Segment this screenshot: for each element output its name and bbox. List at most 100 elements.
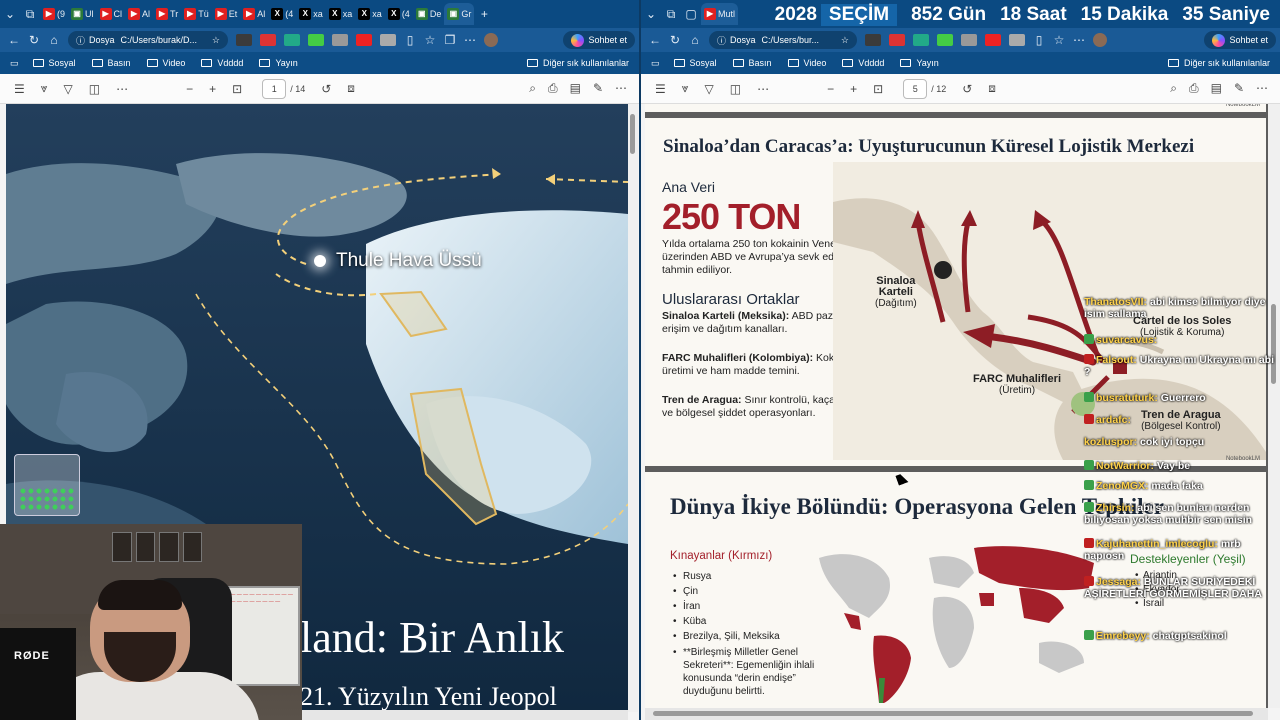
workspaces-icon[interactable]: ⧉ <box>661 7 681 22</box>
rotate-icon[interactable]: ↺ <box>962 82 972 96</box>
bookmark-menu-icon[interactable]: ▭ <box>10 58 19 69</box>
highlight-icon[interactable]: ⩔ <box>41 81 48 96</box>
extension-icon[interactable] <box>356 34 372 46</box>
save-icon[interactable]: ▤ <box>570 81 581 96</box>
tab-item[interactable]: Xxa <box>296 3 326 25</box>
tab-mutl[interactable]: ▶ Mutl <box>701 3 739 25</box>
bookmark-folder[interactable]: Yayın <box>900 58 939 68</box>
home-icon[interactable]: ⌂ <box>44 33 64 47</box>
other-favorites[interactable]: Diğer sık kullanılanlar <box>1167 58 1270 68</box>
favorite-star-icon[interactable]: ☆ <box>212 35 220 46</box>
bookmark-folder[interactable]: Video <box>787 58 826 68</box>
print-icon[interactable]: ⎙ <box>1189 81 1199 96</box>
split-screen-icon[interactable]: ▯ <box>1029 33 1049 47</box>
refresh-icon[interactable]: ↻ <box>665 33 685 47</box>
tab-item[interactable]: ▣ Gr <box>444 3 475 25</box>
extension-icon[interactable] <box>332 34 348 46</box>
save-as-icon[interactable]: ✎ <box>1234 81 1244 96</box>
collections-icon[interactable]: ❐ <box>440 33 460 47</box>
more-icon[interactable]: ⋯ <box>460 33 480 47</box>
url-field[interactable]: ⓘ Dosya C:/Users/burak/D... ☆ <box>68 31 228 49</box>
bookmark-folder[interactable]: Vdddd <box>842 58 884 68</box>
tab-list-icon[interactable]: ⌄ <box>0 7 20 21</box>
contents-icon[interactable]: ☰ <box>14 82 25 96</box>
workspaces-icon[interactable]: ⧉ <box>20 7 40 22</box>
contents-icon[interactable]: ☰ <box>655 82 666 96</box>
tab-item[interactable]: Xxa <box>326 3 356 25</box>
more-tools-icon[interactable]: ⋯ <box>757 82 769 96</box>
profile-avatar[interactable] <box>1093 33 1107 47</box>
home-icon[interactable]: ⌂ <box>685 33 705 47</box>
highlight-icon[interactable]: ⩔ <box>682 81 689 96</box>
tab-item[interactable]: ▶ Tü <box>181 3 212 25</box>
tab-item[interactable]: ▶ Tr <box>153 3 181 25</box>
favorite-star-icon[interactable]: ☆ <box>841 35 849 46</box>
tab-item[interactable]: X (4 <box>385 3 413 25</box>
extension-icon[interactable] <box>260 34 276 46</box>
copilot-button[interactable]: Sohbet et <box>563 31 635 49</box>
search-icon[interactable]: ⌕ <box>529 81 536 96</box>
bookmark-folder[interactable]: Vdddd <box>201 58 243 68</box>
extension-icon[interactable] <box>913 34 929 46</box>
print-icon[interactable]: ⎙ <box>548 81 558 96</box>
bookmark-folder[interactable]: Basın <box>91 58 131 68</box>
bookmark-menu-icon[interactable]: ▭ <box>651 58 660 69</box>
extension-icon[interactable] <box>961 34 977 46</box>
save-as-icon[interactable]: ✎ <box>593 81 603 96</box>
new-tab-icon[interactable]: + <box>474 7 494 21</box>
favorites-icon[interactable]: ☆ <box>420 33 440 47</box>
page-number-input[interactable]: 5 <box>903 78 928 99</box>
rotate-icon[interactable]: ↺ <box>321 82 331 96</box>
tab-item[interactable]: ▶ (9 <box>40 3 68 25</box>
back-icon[interactable]: ← <box>4 33 24 47</box>
bookmark-folder[interactable]: Yayın <box>259 58 298 68</box>
tab-item[interactable]: ▣ De <box>413 3 445 25</box>
page-view-icon[interactable]: ◫ <box>89 82 100 96</box>
save-icon[interactable]: ▤ <box>1211 81 1222 96</box>
url-field[interactable]: ⓘ Dosya C:/Users/bur... ☆ <box>709 31 857 49</box>
extension-icon[interactable] <box>284 34 300 46</box>
fit-page-icon[interactable]: ⊡ <box>232 82 242 96</box>
vertical-scrollbar[interactable] <box>628 104 638 712</box>
search-icon[interactable]: ⌕ <box>1170 81 1177 96</box>
tab-overview-icon[interactable]: ▢ <box>681 7 701 21</box>
extension-icon[interactable] <box>1009 34 1025 46</box>
bookmark-folder[interactable]: Sosyal <box>673 58 717 68</box>
page-view-icon[interactable]: ◫ <box>730 82 741 96</box>
tab-item[interactable]: ▶ Et <box>212 3 241 25</box>
bookmark-folder[interactable]: Basın <box>732 58 772 68</box>
two-page-icon[interactable]: ⧈ <box>347 81 355 96</box>
bookmark-folder[interactable]: Sosyal <box>32 58 76 68</box>
zoom-in-icon[interactable]: + <box>850 82 857 96</box>
pdf-more-icon[interactable]: ⋯ <box>615 81 627 96</box>
horizontal-scrollbar[interactable] <box>645 708 1268 720</box>
zoom-out-icon[interactable]: − <box>827 82 834 96</box>
tab-item[interactable]: X (4 <box>268 3 296 25</box>
profile-avatar[interactable] <box>484 33 498 47</box>
tab-item[interactable]: ▶ Al <box>125 3 153 25</box>
fit-page-icon[interactable]: ⊡ <box>873 82 883 96</box>
back-icon[interactable]: ← <box>645 33 665 47</box>
bookmark-folder[interactable]: Video <box>146 58 185 68</box>
draw-icon[interactable]: ▽ <box>64 82 73 96</box>
tab-item[interactable]: Xxa <box>355 3 385 25</box>
zoom-in-icon[interactable]: + <box>209 82 216 96</box>
extension-icon[interactable] <box>308 34 324 46</box>
draw-icon[interactable]: ▽ <box>705 82 714 96</box>
favorites-icon[interactable]: ☆ <box>1049 33 1069 47</box>
extension-icon[interactable] <box>937 34 953 46</box>
extension-icon[interactable] <box>889 34 905 46</box>
split-screen-icon[interactable]: ▯ <box>400 33 420 47</box>
tab-item[interactable]: ▶ Al <box>240 3 268 25</box>
pdf-more-icon[interactable]: ⋯ <box>1256 81 1268 96</box>
refresh-icon[interactable]: ↻ <box>24 33 44 47</box>
copilot-button[interactable]: Sohbet et <box>1204 31 1276 49</box>
other-favorites[interactable]: Diğer sık kullanılanlar <box>526 58 629 68</box>
two-page-icon[interactable]: ⧈ <box>988 81 996 96</box>
page-number-input[interactable]: 1 <box>262 78 287 99</box>
tab-item[interactable]: ▶ Cl <box>97 3 126 25</box>
extension-icon[interactable] <box>380 34 396 46</box>
tab-item[interactable]: ▣ Ul <box>68 3 97 25</box>
zoom-out-icon[interactable]: − <box>186 82 193 96</box>
extension-icon[interactable] <box>865 34 881 46</box>
